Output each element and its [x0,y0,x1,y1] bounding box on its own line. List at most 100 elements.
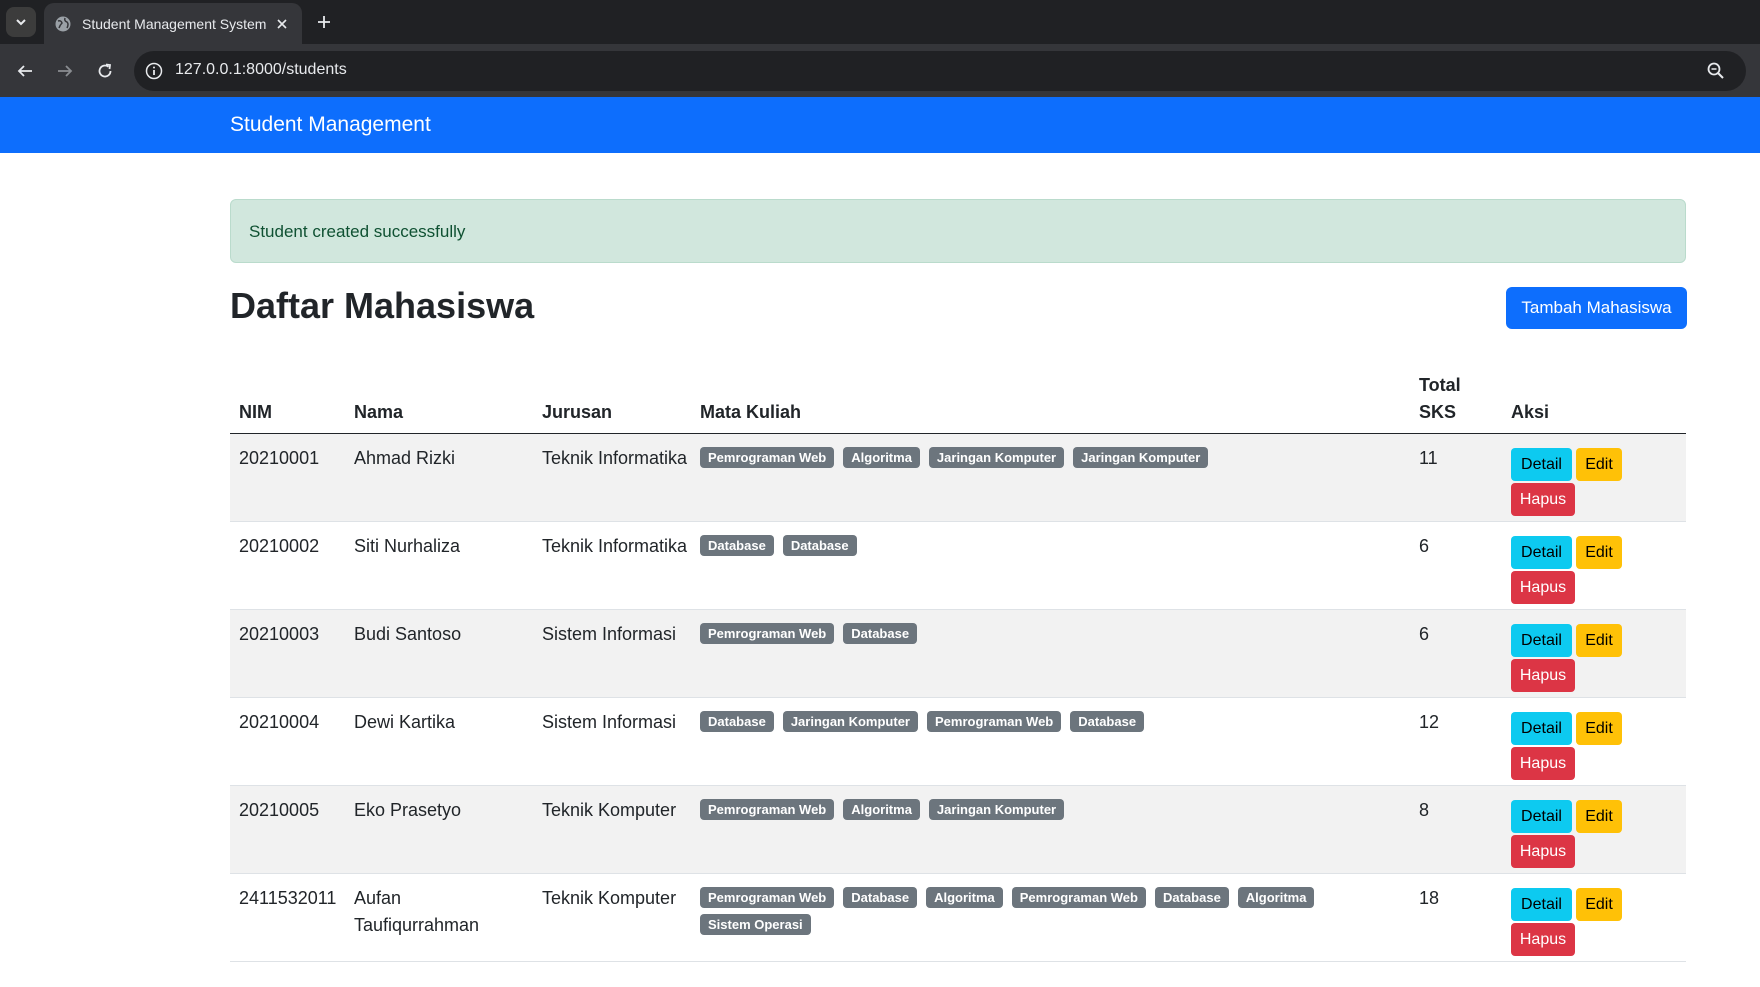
course-badge: Jaringan Komputer [1073,447,1209,468]
table-row: 20210004 Dewi Kartika Sistem Informasi D… [230,698,1686,786]
detail-button[interactable]: Detail [1511,624,1572,657]
cell-nama: Siti Nurhaliza [354,536,461,556]
table-row: 20210005 Eko Prasetyo Teknik Komputer Pe… [230,786,1686,874]
cell-nim: 20210003 [239,624,320,644]
cell-total-sks: 18 [1419,888,1440,908]
cell-nim: 2411532011 [239,888,337,908]
delete-button[interactable]: Hapus [1511,483,1575,516]
delete-button[interactable]: Hapus [1511,923,1575,956]
course-badge: Pemrograman Web [700,623,835,644]
table-header: NIM Nama Jurusan Mata Kuliah Total SKS A… [230,361,1686,435]
arrow-right-icon [58,65,73,77]
header-nama: Nama [354,402,404,422]
edit-button[interactable]: Edit [1576,448,1622,481]
cell-total-sks: 12 [1419,712,1440,732]
cell-nama: Budi Santoso [354,624,462,644]
header-mata-kuliah: Mata Kuliah [700,402,802,422]
chevron-down-icon [16,19,26,26]
course-badge: Pemrograman Web [700,447,835,468]
table-row: 20210003 Budi Santoso Sistem Informasi P… [230,610,1686,698]
cell-jurusan: Teknik Informatika [542,536,688,556]
page-title: Daftar Mahasiswa [230,285,535,326]
plus-icon [318,16,330,28]
zoom-icon[interactable] [1704,59,1728,83]
course-badge: Algoritma [926,887,1003,908]
header-total-sks-line2: SKS [1419,402,1457,422]
course-badge: Database [700,535,774,556]
browser-tab[interactable]: Student Management System [44,3,302,44]
reload-icon [98,63,112,78]
table-row: 20210002 Siti Nurhaliza Teknik Informati… [230,522,1686,610]
header-total-sks-line1: Total [1419,375,1461,395]
cell-jurusan: Sistem Informasi [542,712,677,732]
course-badge: Pemrograman Web [927,711,1062,732]
edit-button[interactable]: Edit [1576,536,1622,569]
delete-button[interactable]: Hapus [1511,659,1575,692]
course-badge: Sistem Operasi [700,914,811,935]
course-badge: Database [843,623,918,644]
cell-nama: Dewi Kartika [354,712,456,732]
forward-button[interactable] [50,56,80,86]
edit-button[interactable]: Edit [1576,624,1622,657]
students-table-body: 20210001 Ahmad Rizki Teknik Informatika … [230,434,1686,962]
cell-nama: Ahmad Rizki [354,448,456,468]
app-navbar: Student Management [0,97,1760,153]
cell-nama: Eko Prasetyo [354,800,462,820]
detail-button[interactable]: Detail [1511,800,1572,833]
header-aksi: Aksi [1511,402,1550,422]
reload-button[interactable] [90,56,120,86]
address-bar[interactable]: 127.0.0.1:8000/students [134,51,1746,91]
course-badge: Database [1070,711,1145,732]
header-nim: NIM [239,402,272,422]
tab-title: Student Management System [82,15,267,32]
cell-mata-kuliah: Pemrograman Web Database Algoritma Pemro… [700,887,1380,935]
edit-button[interactable]: Edit [1576,800,1622,833]
cell-nama: Aufan Taufiqurrahman [354,888,480,935]
cell-total-sks: 8 [1419,800,1430,820]
browser-tab-bar: Student Management System [0,0,1760,44]
course-badge: Jaringan Komputer [782,711,918,732]
success-alert: Student created successfully [230,199,1686,263]
table-row: 20210001 Ahmad Rizki Teknik Informatika … [230,434,1686,522]
cell-nim: 20210001 [239,448,320,468]
header-jurusan: Jurusan [542,402,613,422]
course-badge: Database [782,535,857,556]
browser-toolbar: 127.0.0.1:8000/students [0,44,1760,97]
edit-button[interactable]: Edit [1576,712,1622,745]
url-text[interactable]: 127.0.0.1:8000/students [175,61,347,79]
new-tab-button[interactable] [310,8,338,36]
cell-nim: 20210004 [239,712,320,732]
course-badge: Jaringan Komputer [928,799,1065,820]
detail-button[interactable]: Detail [1511,712,1572,745]
detail-button[interactable]: Detail [1511,888,1572,921]
course-badge: Pemrograman Web [700,887,835,908]
arrow-left-icon [17,65,32,77]
cell-jurusan: Sistem Informasi [542,624,677,644]
delete-button[interactable]: Hapus [1511,835,1575,868]
cell-jurusan: Teknik Komputer [542,800,677,820]
detail-button[interactable]: Detail [1511,448,1572,481]
close-icon[interactable] [270,12,294,36]
cell-nim: 20210005 [239,800,320,820]
cell-total-sks: 11 [1419,448,1438,468]
delete-button[interactable]: Hapus [1511,571,1575,604]
course-badge: Algoritma [843,447,920,468]
back-button[interactable] [10,56,40,86]
delete-button[interactable]: Hapus [1511,747,1575,780]
add-student-button[interactable]: Tambah Mahasiswa [1506,287,1687,329]
table-row: 2411532011 Aufan Taufiqurrahman Teknik K… [230,874,1686,962]
cell-total-sks: 6 [1419,624,1430,644]
site-info-icon[interactable] [142,59,166,83]
cell-total-sks: 6 [1419,536,1430,556]
course-badge: Database [700,711,774,732]
course-badge: Pemrograman Web [1011,887,1146,908]
tab-search-button[interactable] [6,7,36,37]
course-badge: Pemrograman Web [700,799,835,820]
navbar-brand[interactable]: Student Management [230,113,431,137]
course-badge: Algoritma [843,799,920,820]
cell-nim: 20210002 [239,536,320,556]
edit-button[interactable]: Edit [1576,888,1622,921]
course-badge: Database [1154,887,1229,908]
cell-jurusan: Teknik Komputer [542,888,677,908]
detail-button[interactable]: Detail [1511,536,1572,569]
